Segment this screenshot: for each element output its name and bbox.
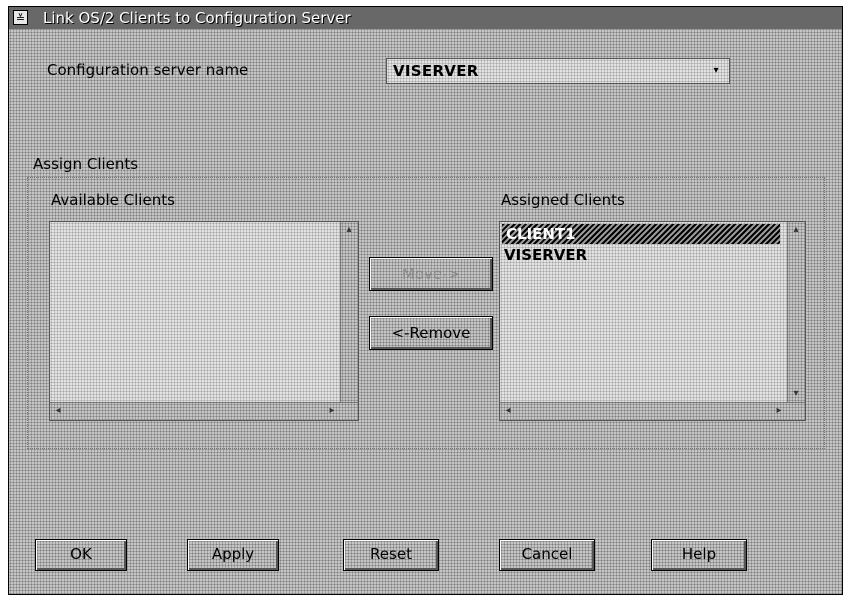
assigned-clients-label: Assigned Clients [501, 191, 625, 209]
assigned-vertical-scrollbar[interactable]: ▴ ▾ [787, 222, 805, 402]
server-name-value: VISERVER [393, 62, 479, 80]
available-clients-listbox[interactable]: ▴ ◂ ▸ [49, 221, 359, 421]
server-name-label: Configuration server name [47, 61, 249, 79]
assigned-clients-listbox[interactable]: CLIENT1 VISERVER ▴ ▾ ◂ ▸ [499, 221, 806, 421]
cancel-button[interactable]: Cancel [499, 539, 595, 571]
dropdown-arrow-icon[interactable]: ▾ [709, 63, 723, 79]
scroll-up-icon[interactable]: ▴ [788, 222, 804, 238]
list-item-viserver[interactable]: VISERVER [504, 245, 587, 265]
scroll-right-icon[interactable]: ▸ [324, 403, 340, 419]
server-name-combobox[interactable]: VISERVER ▾ [386, 58, 730, 84]
list-item-client1[interactable]: CLIENT1 [502, 224, 780, 244]
dialog-window: ≚ Link OS/2 Clients to Configuration Ser… [8, 6, 843, 595]
help-button[interactable]: Help [651, 539, 747, 571]
available-horizontal-scrollbar[interactable]: ◂ ▸ [50, 402, 358, 420]
scroll-left-icon[interactable]: ◂ [50, 403, 66, 419]
apply-button[interactable]: Apply [187, 539, 279, 571]
window-title: Link OS/2 Clients to Configuration Serve… [43, 9, 351, 27]
move-button[interactable]: Move-> [369, 257, 493, 291]
title-bar[interactable]: ≚ Link OS/2 Clients to Configuration Ser… [9, 7, 842, 29]
scroll-down-icon[interactable]: ▾ [788, 386, 804, 402]
remove-button[interactable]: <-Remove [369, 316, 493, 350]
reset-button[interactable]: Reset [343, 539, 439, 571]
assigned-horizontal-scrollbar[interactable]: ◂ ▸ [500, 402, 805, 420]
system-menu-icon[interactable]: ≚ [13, 10, 28, 25]
scroll-left-icon[interactable]: ◂ [500, 403, 516, 419]
scroll-up-icon[interactable]: ▴ [341, 222, 357, 238]
ok-button[interactable]: OK [35, 539, 127, 571]
available-vertical-scrollbar[interactable]: ▴ [340, 222, 358, 402]
scroll-right-icon[interactable]: ▸ [771, 403, 787, 419]
available-clients-label: Available Clients [51, 191, 175, 209]
assign-clients-group-label: Assign Clients [33, 155, 139, 173]
